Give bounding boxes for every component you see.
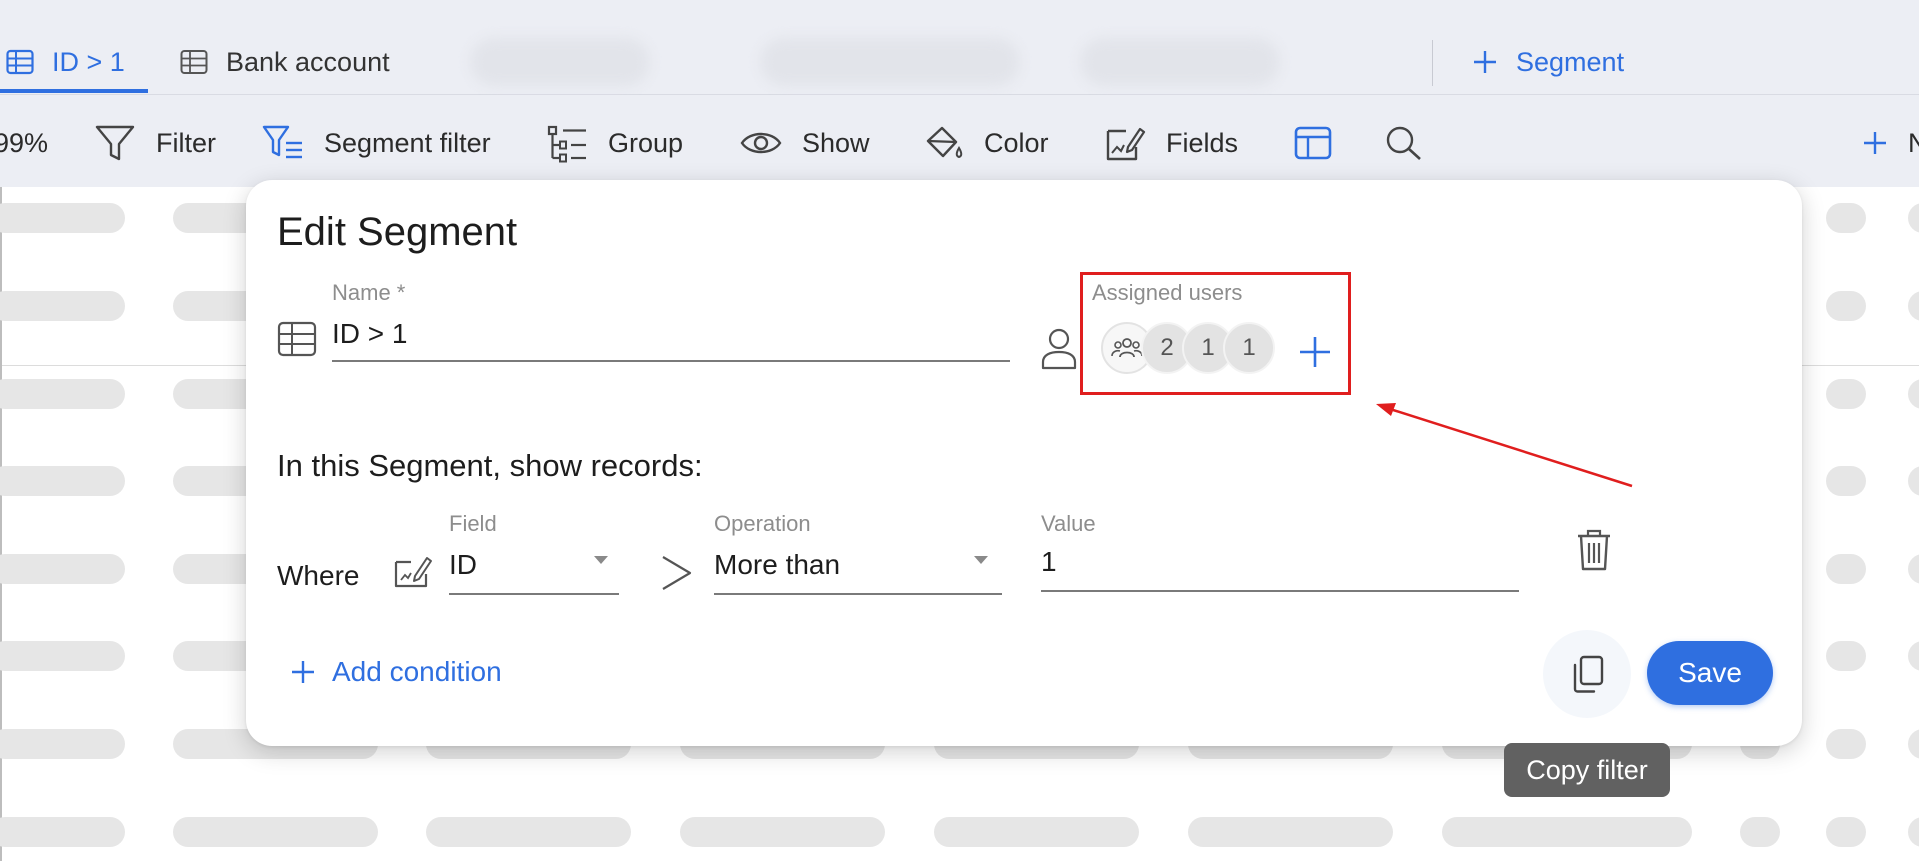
operation-select[interactable]: More than xyxy=(714,549,840,581)
placeholder-pill xyxy=(1188,817,1393,847)
placeholder-pill xyxy=(1826,817,1866,847)
edit-segment-dialog: Edit Segment Name * ID > 1 Assigned user… xyxy=(246,180,1802,746)
plus-icon xyxy=(290,659,316,685)
blurred-tab xyxy=(470,38,650,86)
grid-left-border xyxy=(0,187,2,861)
placeholder-pill xyxy=(173,817,378,847)
placeholder-pill xyxy=(426,817,631,847)
tab-bank-account[interactable]: Bank account xyxy=(180,42,390,82)
placeholder-pill xyxy=(0,379,125,409)
segment-filter-icon xyxy=(262,123,304,163)
value-column-label: Value xyxy=(1041,511,1096,536)
placeholder-pill xyxy=(0,817,125,847)
filter-icon xyxy=(94,123,136,163)
table-icon xyxy=(277,321,317,357)
group-button[interactable]: Group xyxy=(546,120,683,166)
operation-column-label: Operation xyxy=(714,511,811,536)
field-select-underline xyxy=(449,593,619,595)
blurred-tab xyxy=(760,38,1020,86)
placeholder-pill xyxy=(0,641,125,671)
filter-button[interactable]: Filter xyxy=(94,120,216,166)
filter-label: Filter xyxy=(156,127,216,158)
new-record-label: N xyxy=(1908,127,1919,158)
fields-label: Fields xyxy=(1166,127,1239,158)
paint-bucket-icon xyxy=(922,123,964,163)
dialog-title: Edit Segment xyxy=(277,210,518,254)
placeholder-pill xyxy=(1826,466,1866,496)
placeholder-pill xyxy=(0,554,125,584)
field-select[interactable]: ID xyxy=(449,549,477,581)
value-input-underline xyxy=(1041,590,1519,592)
active-tab-indicator xyxy=(0,89,148,93)
layout-button[interactable] xyxy=(1294,120,1332,166)
segment-filter-label: Segment filter xyxy=(324,127,491,158)
edit-field-icon xyxy=(393,552,435,590)
table-icon xyxy=(6,49,34,75)
plus-icon xyxy=(1862,130,1888,156)
copy-filter-tooltip: Copy filter xyxy=(1504,743,1670,797)
add-segment-button[interactable]: Segment xyxy=(1472,42,1624,82)
name-field[interactable]: ID > 1 xyxy=(332,318,407,350)
tab-label: ID > 1 xyxy=(52,46,125,77)
operation-select-underline xyxy=(714,593,1002,595)
plus-icon xyxy=(1472,49,1498,75)
user-icon xyxy=(1040,326,1078,370)
new-record-button[interactable]: N xyxy=(1862,120,1919,166)
trash-icon[interactable] xyxy=(1576,528,1612,572)
group-icon xyxy=(546,123,588,163)
show-label: Show xyxy=(802,127,870,158)
value-input[interactable]: 1 xyxy=(1041,546,1057,578)
zoom-value: 99% xyxy=(0,127,49,158)
color-button[interactable]: Color xyxy=(922,120,1049,166)
edit-document-icon xyxy=(1104,123,1146,163)
name-field-underline xyxy=(332,360,1010,362)
chevron-right-icon xyxy=(660,554,694,592)
tab-bar: ID > 1 Bank account Segment xyxy=(0,0,1919,95)
placeholder-pill xyxy=(1826,729,1866,759)
add-condition-button[interactable]: Add condition xyxy=(290,656,502,688)
placeholder-pill xyxy=(1826,641,1866,671)
add-segment-label: Segment xyxy=(1516,46,1625,77)
show-button[interactable]: Show xyxy=(740,120,870,166)
search-icon xyxy=(1384,124,1424,162)
field-column-label: Field xyxy=(449,511,497,536)
save-button[interactable]: Save xyxy=(1647,641,1773,705)
placeholder-pill xyxy=(1826,203,1866,233)
placeholder-pill xyxy=(934,817,1139,847)
placeholder-pill xyxy=(1826,554,1866,584)
segment-filter-button[interactable]: Segment filter xyxy=(262,120,491,166)
zoom-level[interactable]: 99% xyxy=(0,120,48,166)
placeholder-pill xyxy=(0,729,125,759)
where-label: Where xyxy=(277,560,360,591)
placeholder-pill xyxy=(0,466,125,496)
placeholder-pill xyxy=(0,203,125,233)
fields-button[interactable]: Fields xyxy=(1104,120,1238,166)
tab-label: Bank account xyxy=(226,46,390,77)
copy-icon xyxy=(1569,654,1605,694)
add-condition-label: Add condition xyxy=(332,656,502,687)
tab-id-gt-1[interactable]: ID > 1 xyxy=(6,42,125,82)
layout-icon xyxy=(1294,125,1332,161)
placeholder-pill xyxy=(1442,817,1692,847)
placeholder-pill xyxy=(680,817,885,847)
caret-down-icon[interactable] xyxy=(973,555,989,565)
table-icon xyxy=(180,49,208,75)
tab-divider xyxy=(1432,40,1433,86)
placeholder-pill xyxy=(0,291,125,321)
highlight-box xyxy=(1080,272,1351,395)
group-label: Group xyxy=(608,127,684,158)
color-label: Color xyxy=(984,127,1049,158)
placeholder-pill xyxy=(1826,291,1866,321)
placeholder-pill xyxy=(1740,817,1780,847)
placeholder-pill xyxy=(1826,379,1866,409)
name-field-label: Name * xyxy=(332,280,406,305)
section-heading: In this Segment, show records: xyxy=(277,448,703,483)
caret-down-icon[interactable] xyxy=(593,555,609,565)
eye-icon xyxy=(740,123,782,163)
search-button[interactable] xyxy=(1384,120,1424,166)
blurred-tab xyxy=(1080,38,1280,86)
copy-filter-button[interactable] xyxy=(1543,630,1631,718)
